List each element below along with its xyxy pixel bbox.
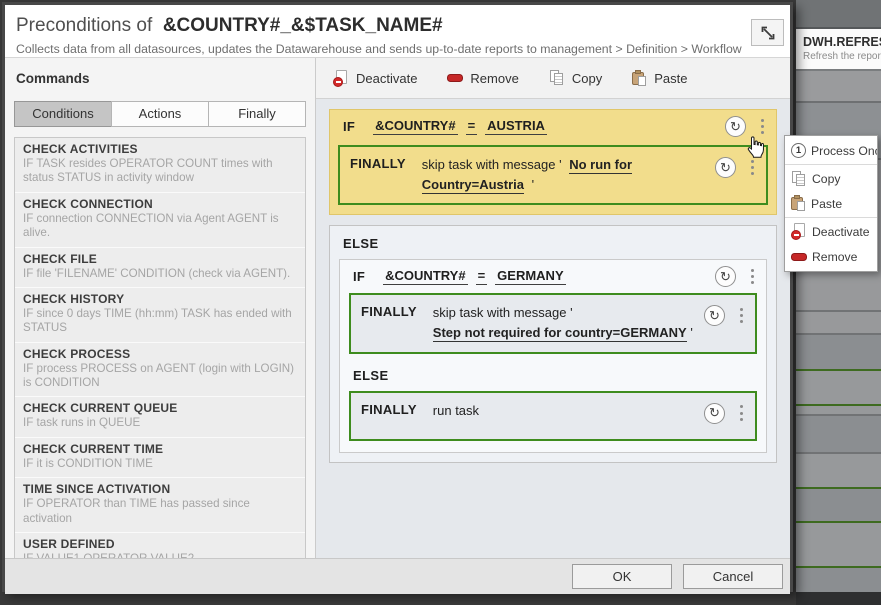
list-item-user-defined[interactable]: USER DEFINED IF VALUE1 OPERATOR VALUE2 <box>15 533 305 558</box>
copy-icon <box>791 171 807 187</box>
background-task-name: DWH.REFRESH <box>796 29 881 49</box>
dialog-header: Preconditions of &COUNTRY#_&$TASK_NAME# … <box>5 5 790 58</box>
deactivate-icon <box>791 223 807 240</box>
paste-button[interactable]: Paste <box>632 70 687 87</box>
refresh-icon[interactable]: ↻ <box>704 305 725 326</box>
condition-block-germany: IF &COUNTRY# = GERMANY ↻ FINALLY <box>339 259 767 452</box>
kebab-menu-icon[interactable] <box>749 268 756 287</box>
else-block-outer: ELSE IF &COUNTRY# = GERMANY ↻ <box>329 225 777 462</box>
preconditions-dialog: Preconditions of &COUNTRY#_&$TASK_NAME# … <box>2 2 793 592</box>
finally-text: skip task with message ' Step not requir… <box>433 303 704 343</box>
commands-header: Commands <box>5 58 315 96</box>
if-keyword: IF <box>343 119 355 134</box>
workflow-canvas: IF &COUNTRY# = AUSTRIA ↻ FINALLY <box>316 99 790 558</box>
finally-block-run-task: FINALLY run task ↻ <box>349 391 757 441</box>
menu-item-paste[interactable]: Paste <box>785 191 877 216</box>
refresh-icon[interactable]: ↻ <box>704 403 725 424</box>
menu-item-process-once[interactable]: 1 Process Once <box>785 138 877 163</box>
finally-message[interactable]: Step not required for country=GERMANY <box>433 325 687 342</box>
kebab-menu-icon[interactable] <box>759 117 766 136</box>
command-list: CHECK ACTIVITIES IF TASK resides OPERATO… <box>14 137 306 558</box>
menu-separator <box>785 164 877 165</box>
if-operator[interactable]: = <box>466 118 478 135</box>
remove-icon <box>447 74 463 82</box>
if-row-germany: IF &COUNTRY# = GERMANY ↻ <box>340 260 766 293</box>
else-keyword: ELSE <box>340 356 766 391</box>
resize-icon[interactable] <box>751 19 784 46</box>
tab-conditions[interactable]: Conditions <box>14 101 112 127</box>
list-item-check-history[interactable]: CHECK HISTORY IF since 0 days TIME (hh:m… <box>15 288 305 343</box>
cancel-button[interactable]: Cancel <box>683 564 783 589</box>
list-item-check-process[interactable]: CHECK PROCESS IF process PROCESS on AGEN… <box>15 343 305 398</box>
if-value[interactable]: GERMANY <box>495 268 565 285</box>
list-item-check-file[interactable]: CHECK FILE IF file 'FILENAME' CONDITION … <box>15 248 305 288</box>
dialog-title: Preconditions of &COUNTRY#_&$TASK_NAME# <box>16 15 790 37</box>
refresh-icon[interactable]: ↻ <box>715 157 736 178</box>
screen: DWH.REFRESH Refresh the report Pr <box>0 0 881 605</box>
if-variable[interactable]: &COUNTRY# <box>383 268 467 285</box>
copy-icon <box>549 70 565 86</box>
paste-icon <box>791 195 806 212</box>
menu-item-copy[interactable]: Copy <box>785 166 877 191</box>
menu-item-remove[interactable]: Remove <box>785 244 877 269</box>
list-item-check-activities[interactable]: CHECK ACTIVITIES IF TASK resides OPERATO… <box>15 138 305 193</box>
toolbar: Deactivate Remove Copy Paste <box>316 58 790 99</box>
list-item-check-connection[interactable]: CHECK CONNECTION IF connection CONNECTIO… <box>15 193 305 248</box>
context-menu: 1 Process Once Copy Paste Deactivate Rem… <box>784 135 878 272</box>
kebab-menu-icon[interactable] <box>738 404 745 423</box>
else-keyword: ELSE <box>330 226 776 259</box>
dialog-title-prefix: Preconditions of <box>16 15 152 36</box>
if-keyword: IF <box>353 269 365 284</box>
process-once-icon: 1 <box>791 143 806 158</box>
condition-block-austria: IF &COUNTRY# = AUSTRIA ↻ FINALLY <box>329 109 777 215</box>
background-task-description: Refresh the report <box>796 49 881 62</box>
remove-icon <box>791 253 807 261</box>
finally-text: skip task with message ' No run for Coun… <box>422 155 715 195</box>
menu-separator <box>785 217 877 218</box>
dialog-footer: OK Cancel <box>5 558 790 594</box>
commands-tabs: Conditions Actions Finally <box>14 101 306 127</box>
remove-button[interactable]: Remove <box>447 71 518 86</box>
deactivate-button[interactable]: Deactivate <box>333 70 417 87</box>
if-operator[interactable]: = <box>476 268 488 285</box>
workflow-panel: Deactivate Remove Copy Paste <box>316 58 790 558</box>
commands-panel: Commands Conditions Actions Finally CHEC… <box>5 58 316 558</box>
dialog-title-name: &COUNTRY#_&$TASK_NAME# <box>163 15 443 36</box>
tab-finally[interactable]: Finally <box>208 101 306 127</box>
refresh-icon[interactable]: ↻ <box>715 266 736 287</box>
kebab-menu-icon[interactable] <box>749 158 756 177</box>
list-item-check-current-queue[interactable]: CHECK CURRENT QUEUE IF task runs in QUEU… <box>15 397 305 437</box>
if-variable[interactable]: &COUNTRY# <box>373 118 457 135</box>
if-row-austria: IF &COUNTRY# = AUSTRIA ↻ <box>330 110 776 143</box>
refresh-icon[interactable]: ↻ <box>725 116 746 137</box>
dialog-subtitle: Collects data from all datasources, upda… <box>16 42 790 56</box>
finally-block-germany: FINALLY skip task with message ' Step no… <box>349 293 757 353</box>
list-item-check-current-time[interactable]: CHECK CURRENT TIME IF it is CONDITION TI… <box>15 438 305 478</box>
menu-item-deactivate[interactable]: Deactivate <box>785 219 877 244</box>
finally-text: run task <box>433 401 704 421</box>
if-value[interactable]: AUSTRIA <box>485 118 547 135</box>
background-app: DWH.REFRESH Refresh the report <box>796 0 881 605</box>
list-item-time-since-activation[interactable]: TIME SINCE ACTIVATION IF OPERATOR than T… <box>15 478 305 533</box>
tab-actions[interactable]: Actions <box>111 101 209 127</box>
kebab-menu-icon[interactable] <box>738 307 745 326</box>
paste-icon <box>632 70 647 87</box>
copy-button[interactable]: Copy <box>549 70 602 86</box>
ok-button[interactable]: OK <box>572 564 672 589</box>
finally-block-austria: FINALLY skip task with message ' No run … <box>338 145 768 205</box>
background-task-row: DWH.REFRESH Refresh the report <box>796 29 881 69</box>
deactivate-icon <box>333 70 349 87</box>
